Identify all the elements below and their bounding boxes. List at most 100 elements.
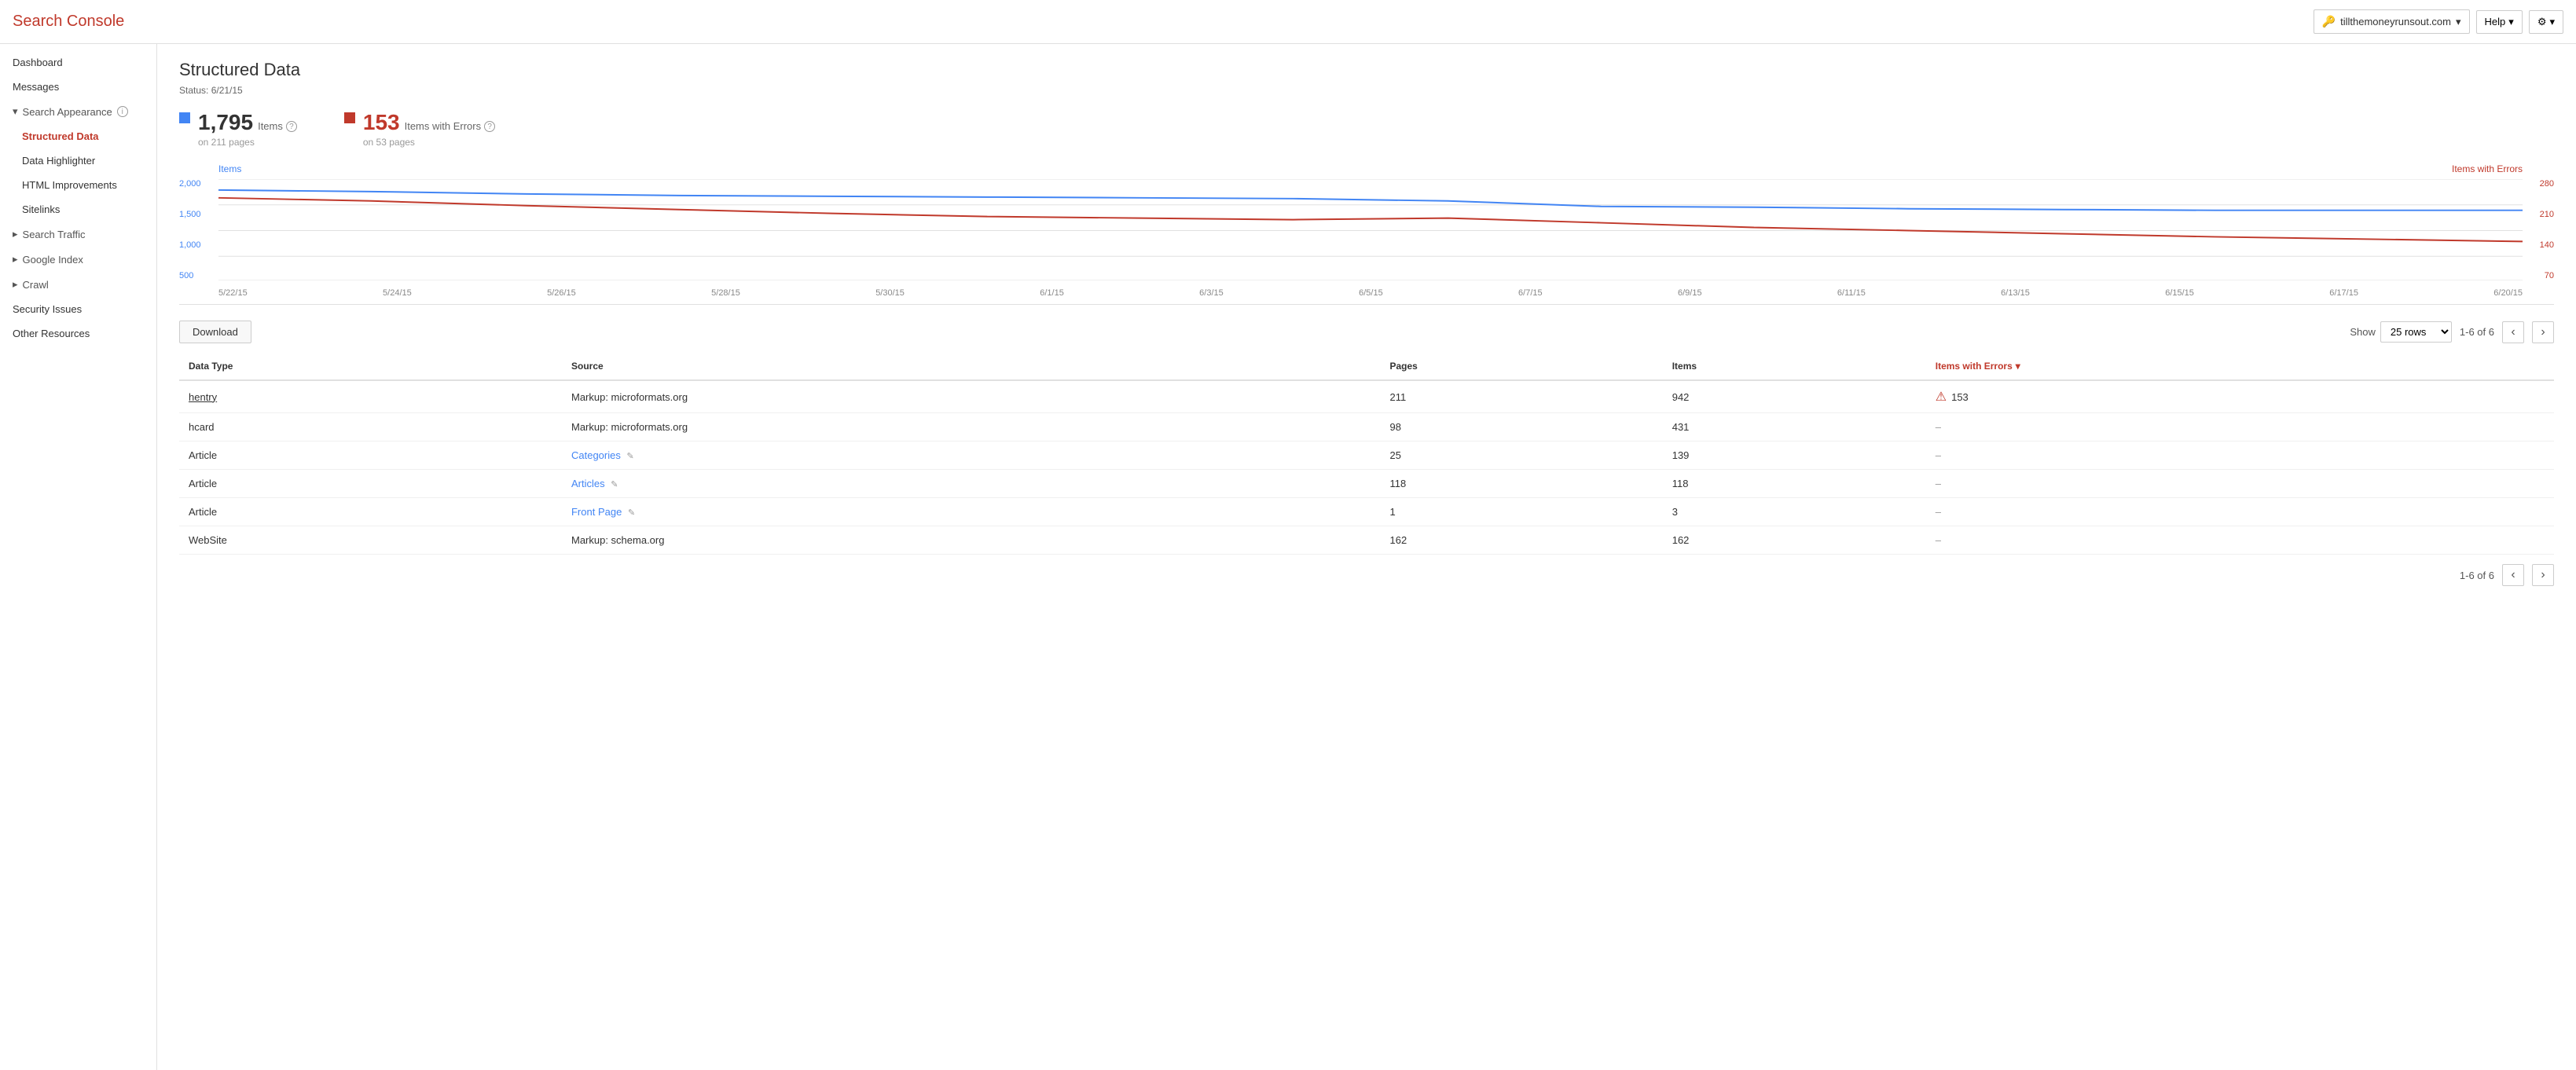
no-error: – — [1936, 534, 1941, 546]
chart-x-labels: 5/22/15 5/24/15 5/26/15 5/28/15 5/30/15 … — [218, 282, 2523, 304]
expand-icon: ▾ — [13, 105, 18, 118]
sidebar-item-data-highlighter[interactable]: Data Highlighter — [0, 148, 156, 173]
y-label-1000: 1,000 — [179, 240, 218, 250]
data-table: Data Type Source Pages Items Items with … — [179, 353, 2554, 555]
domain-selector[interactable]: 🔑 tillthemoneyrunsout.com ▾ — [2314, 9, 2470, 34]
toolbar: Download Show 25 rows 50 rows 100 rows 1… — [179, 321, 2554, 343]
sidebar-item-label: Messages — [13, 81, 59, 93]
expand-icon: ▸ — [13, 228, 18, 240]
cell-errors: – — [1926, 526, 2554, 555]
page-info: 1-6 of 6 — [2460, 326, 2494, 338]
cell-data-type: Article — [179, 498, 562, 526]
bottom-next-button[interactable]: › — [2532, 564, 2554, 586]
sidebar-item-crawl[interactable]: ▸ Crawl — [0, 272, 156, 297]
chart-legend-errors: Items with Errors — [2452, 163, 2523, 174]
x-label-6: 6/3/15 — [1199, 288, 1224, 298]
cell-items: 942 — [1663, 380, 1926, 413]
cell-pages: 162 — [1380, 526, 1662, 555]
header-right: 🔑 tillthemoneyrunsout.com ▾ Help ▾ ⚙ ▾ — [2314, 9, 2563, 34]
settings-button[interactable]: ⚙ ▾ — [2529, 10, 2563, 34]
sidebar-item-search-appearance[interactable]: ▾ Search Appearance i — [0, 99, 156, 124]
cell-data-type: hentry — [179, 380, 562, 413]
x-label-14: 6/20/15 — [2493, 288, 2523, 298]
show-label: Show — [2350, 326, 2376, 338]
cell-source: Front Page ✎ — [562, 498, 1381, 526]
cell-source: Markup: microformats.org — [562, 413, 1381, 442]
table-row: Article Front Page ✎ 1 3 – — [179, 498, 2554, 526]
table-row: hcard Markup: microformats.org 98 431 – — [179, 413, 2554, 442]
errors-help-icon[interactable]: ? — [484, 121, 495, 132]
sidebar-item-search-traffic[interactable]: ▸ Search Traffic — [0, 222, 156, 247]
sort-icon[interactable]: ▾ — [2016, 361, 2020, 372]
table-row: hentry Markup: microformats.org 211 942 … — [179, 380, 2554, 413]
items-label: Items ? — [258, 120, 297, 132]
sidebar-item-security-issues[interactable]: Security Issues — [0, 297, 156, 321]
app-title[interactable]: Search Console — [13, 13, 124, 31]
cell-errors: – — [1926, 470, 2554, 498]
next-page-button[interactable]: › — [2532, 321, 2554, 343]
items-color-indicator — [179, 112, 190, 123]
sidebar-item-label: Sitelinks — [22, 203, 60, 215]
help-button[interactable]: Help ▾ — [2476, 10, 2523, 34]
header-left: Search Console — [13, 13, 124, 31]
sidebar-item-label: Dashboard — [13, 57, 63, 68]
error-warning-icon: ⚠ — [1936, 389, 1947, 405]
sidebar-item-label: HTML Improvements — [22, 179, 117, 191]
errors-col-label: Items with Errors — [1936, 361, 2013, 372]
cell-items: 139 — [1663, 442, 1926, 470]
sidebar-item-label: Google Index — [23, 254, 83, 266]
info-icon[interactable]: i — [117, 106, 128, 117]
prev-page-button[interactable]: ‹ — [2502, 321, 2524, 343]
edit-icon[interactable]: ✎ — [611, 480, 618, 489]
x-label-4: 5/30/15 — [875, 288, 905, 298]
cell-pages: 211 — [1380, 380, 1662, 413]
bottom-pagination: 1-6 of 6 ‹ › — [179, 555, 2554, 595]
cell-source: Articles ✎ — [562, 470, 1381, 498]
cell-data-type: hcard — [179, 413, 562, 442]
no-error: – — [1936, 506, 1941, 518]
errors-count: 153 — [363, 110, 400, 135]
sidebar-item-sitelinks[interactable]: Sitelinks — [0, 197, 156, 222]
x-label-3: 5/28/15 — [711, 288, 740, 298]
cell-pages: 1 — [1380, 498, 1662, 526]
chart-svg — [218, 179, 2523, 280]
items-count: 1,795 — [198, 110, 253, 135]
source-link-categories[interactable]: Categories — [571, 449, 621, 461]
sidebar-item-structured-data[interactable]: Structured Data — [0, 124, 156, 148]
domain-chevron-icon: ▾ — [2456, 16, 2461, 28]
no-error: – — [1936, 421, 1941, 433]
y-label-210: 210 — [2523, 210, 2554, 219]
top-header: Search Console 🔑 tillthemoneyrunsout.com… — [0, 0, 2576, 44]
bottom-prev-button[interactable]: ‹ — [2502, 564, 2524, 586]
col-pages: Pages — [1380, 353, 1662, 380]
sidebar-item-google-index[interactable]: ▸ Google Index — [0, 247, 156, 272]
y-label-70: 70 — [2523, 271, 2554, 280]
sidebar-item-dashboard[interactable]: Dashboard — [0, 50, 156, 75]
source-link-articles[interactable]: Articles — [571, 478, 605, 489]
sidebar-item-messages[interactable]: Messages — [0, 75, 156, 99]
cell-pages: 25 — [1380, 442, 1662, 470]
edit-icon[interactable]: ✎ — [628, 508, 635, 518]
col-items: Items — [1663, 353, 1926, 380]
sidebar-item-other-resources[interactable]: Other Resources — [0, 321, 156, 346]
sidebar-item-label: Security Issues — [13, 303, 82, 315]
items-help-icon[interactable]: ? — [286, 121, 297, 132]
sidebar-item-label: Data Highlighter — [22, 155, 95, 167]
rows-select[interactable]: 25 rows 50 rows 100 rows — [2380, 321, 2452, 343]
cell-data-type: Article — [179, 470, 562, 498]
cell-pages: 98 — [1380, 413, 1662, 442]
data-type-link[interactable]: hentry — [189, 391, 217, 403]
y-label-140: 140 — [2523, 240, 2554, 250]
sidebar-item-label: Search Appearance — [23, 106, 112, 118]
chart-y-labels-left: 2,000 1,500 1,000 500 — [179, 179, 218, 280]
sidebar-item-html-improvements[interactable]: HTML Improvements — [0, 173, 156, 197]
content-area: Structured Data Status: 6/21/15 1,795 It… — [157, 44, 2576, 1070]
chart-y-labels-right: 280 210 140 70 — [2523, 179, 2554, 280]
cell-errors: – — [1926, 413, 2554, 442]
source-link-frontpage[interactable]: Front Page — [571, 506, 622, 518]
download-button[interactable]: Download — [179, 321, 251, 343]
cell-items: 162 — [1663, 526, 1926, 555]
table-row: Article Articles ✎ 118 118 – — [179, 470, 2554, 498]
bottom-page-info: 1-6 of 6 — [2460, 570, 2494, 581]
edit-icon[interactable]: ✎ — [626, 452, 633, 461]
